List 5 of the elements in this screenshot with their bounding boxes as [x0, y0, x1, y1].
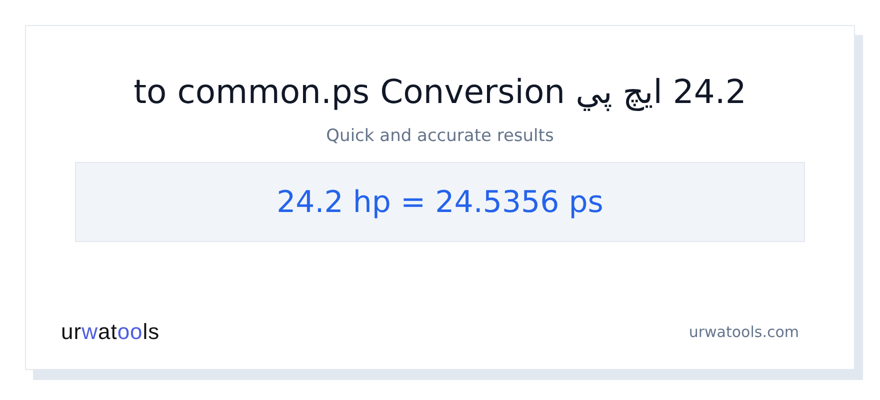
subtitle: Quick and accurate results [326, 126, 554, 146]
site-link[interactable]: urwatools.com [688, 323, 799, 341]
result-text: 24.2 hp = 24.5356 ps [276, 184, 604, 220]
page-title: 24.2 ایچ پي to common.ps Conversion [134, 72, 746, 112]
logo: urwatools [61, 319, 160, 345]
